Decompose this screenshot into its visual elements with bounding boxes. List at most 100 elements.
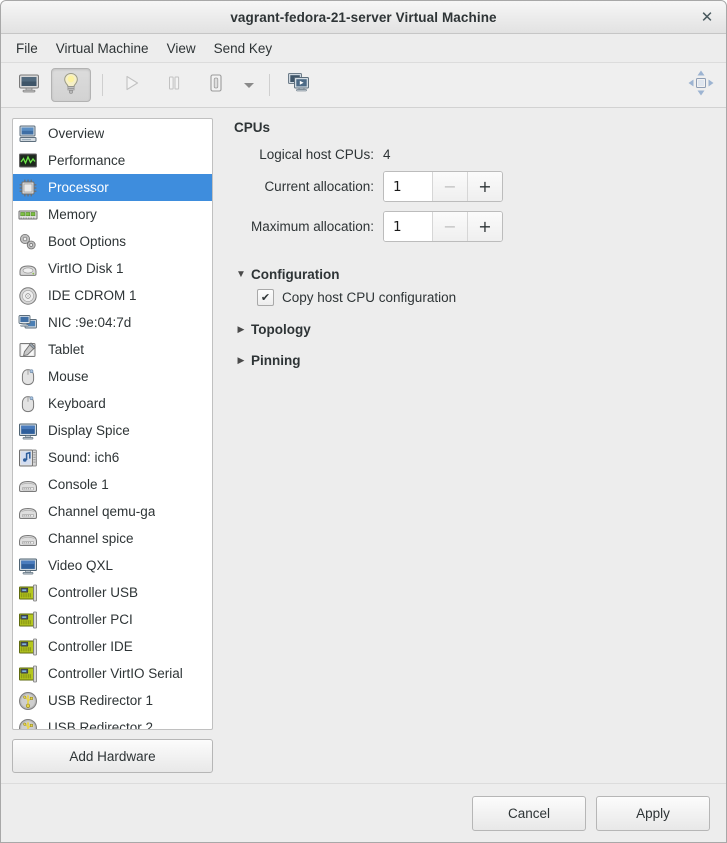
maximum-allocation-increment[interactable]: + [467, 212, 502, 241]
current-allocation-decrement[interactable]: − [432, 172, 467, 201]
cancel-button-label: Cancel [507, 805, 551, 821]
tablet-icon [17, 339, 39, 361]
pcicard-icon [17, 663, 39, 685]
current-allocation-spinner[interactable]: 1 − + [383, 171, 503, 202]
resize-to-vm-icon [687, 69, 715, 102]
sidebar-item-mouse[interactable]: Mouse [13, 363, 212, 390]
sidebar-item-label: Channel spice [48, 531, 134, 546]
sidebar-item-controller-virtio-serial[interactable]: Controller VirtIO Serial [13, 660, 212, 687]
console-icon [17, 528, 39, 550]
details-view-button[interactable] [51, 68, 91, 102]
run-button[interactable] [112, 68, 152, 102]
expander-topology-label: Topology [251, 322, 311, 337]
sidebar-item-memory[interactable]: Memory [13, 201, 212, 228]
copy-host-cpu-checkbox[interactable]: ✔ [257, 289, 274, 306]
sidebar-item-channel-spice[interactable]: Channel spice [13, 525, 212, 552]
maximum-allocation-spinner[interactable]: 1 − + [383, 211, 503, 242]
maximum-allocation-decrement[interactable]: − [432, 212, 467, 241]
add-hardware-button[interactable]: Add Hardware [12, 739, 213, 773]
expander-configuration[interactable]: ▼ Configuration [234, 267, 712, 282]
sidebar-item-usb-redirector-1[interactable]: USB Redirector 1 [13, 687, 212, 714]
sidebar-item-overview[interactable]: Overview [13, 120, 212, 147]
chevron-right-icon: ▶ [237, 355, 245, 365]
sidebar-item-label: Controller USB [48, 585, 139, 600]
menubar: File Virtual Machine View Send Key [1, 34, 726, 63]
current-allocation-increment[interactable]: + [467, 172, 502, 201]
cancel-button[interactable]: Cancel [472, 795, 586, 831]
sidebar-item-label: Controller IDE [48, 639, 133, 654]
menu-send-key[interactable]: Send Key [205, 38, 282, 59]
toolbar-separator-2 [269, 74, 270, 96]
expander-pinning[interactable]: ▶ Pinning [234, 353, 712, 368]
configuration-body: ✔ Copy host CPU configuration [257, 289, 712, 306]
usb-icon [17, 717, 39, 729]
sidebar-item-label: Overview [48, 126, 105, 141]
sidebar-item-label: Controller PCI [48, 612, 133, 627]
pause-button[interactable] [154, 68, 194, 102]
sidebar-item-virtio-disk-1[interactable]: VirtIO Disk 1 [13, 255, 212, 282]
sidebar-item-tablet[interactable]: Tablet [13, 336, 212, 363]
apply-button-label: Apply [636, 805, 670, 821]
sidebar-item-sound-ich6[interactable]: Sound: ich6 [13, 444, 212, 471]
maximum-allocation-input[interactable]: 1 [384, 212, 432, 241]
maximum-allocation-row: Maximum allocation: 1 − + [231, 211, 712, 242]
power-icon [207, 73, 225, 98]
console-view-button[interactable] [9, 68, 49, 102]
monitor-icon [18, 73, 40, 98]
toolbar [1, 63, 726, 108]
pcicard-icon [17, 636, 39, 658]
check-icon: ✔ [260, 291, 271, 304]
copy-host-cpu-label[interactable]: Copy host CPU configuration [282, 290, 456, 305]
sidebar-item-label: Tablet [48, 342, 85, 357]
resize-to-vm-button[interactable] [686, 70, 716, 100]
computer-icon [17, 123, 39, 145]
usb-icon [17, 690, 39, 712]
shutdown-menu-caret[interactable] [238, 69, 260, 101]
logical-host-cpus-label: Logical host CPUs: [259, 147, 374, 162]
gears-icon [17, 231, 39, 253]
sidebar-item-boot-options[interactable]: Boot Options [13, 228, 212, 255]
sidebar-item-performance[interactable]: Performance [13, 147, 212, 174]
sidebar-item-console-1[interactable]: Console 1 [13, 471, 212, 498]
titlebar: vagrant-fedora-21-server Virtual Machine… [1, 1, 726, 34]
sidebar-item-controller-pci[interactable]: Controller PCI [13, 606, 212, 633]
sidebar-item-label: Mouse [48, 369, 89, 384]
sidebar-item-label: Boot Options [48, 234, 127, 249]
sidebar-item-label: USB Redirector 1 [48, 693, 154, 708]
snapshots-button[interactable] [279, 68, 319, 102]
page-title: CPUs [234, 120, 271, 135]
chevron-down-icon: ▼ [236, 269, 246, 280]
current-allocation-input[interactable]: 1 [384, 172, 432, 201]
close-icon[interactable]: ✕ [697, 7, 717, 27]
hardware-list[interactable]: Overview Performance Processor Memory Boot O… [12, 118, 213, 730]
expander-topology[interactable]: ▶ Topology [234, 322, 712, 337]
harddisk-icon [17, 258, 39, 280]
shutdown-button[interactable] [196, 68, 236, 102]
sidebar-item-usb-redirector-2[interactable]: USB Redirector 2 [13, 714, 212, 729]
play-icon [123, 74, 141, 97]
sidebar-item-label: Video QXL [48, 558, 114, 573]
sidebar-item-label: Memory [48, 207, 97, 222]
sidebar-item-controller-usb[interactable]: Controller USB [13, 579, 212, 606]
sidebar-item-keyboard[interactable]: Keyboard [13, 390, 212, 417]
sidebar-item-nic-9e-04-7d[interactable]: NIC :9e:04:7d [13, 309, 212, 336]
menu-file[interactable]: File [7, 38, 47, 59]
expander-configuration-label: Configuration [251, 267, 340, 282]
current-allocation-row: Current allocation: 1 − + [231, 171, 712, 202]
sidebar-item-display-spice[interactable]: Display Spice [13, 417, 212, 444]
menu-virtual-machine[interactable]: Virtual Machine [47, 38, 158, 59]
sidebar-item-channel-qemu-ga[interactable]: Channel qemu-ga [13, 498, 212, 525]
sidebar-item-processor[interactable]: Processor [13, 174, 212, 201]
chevron-right-icon: ▶ [237, 324, 245, 334]
sidebar-item-label: Channel qemu-ga [48, 504, 156, 519]
sidebar-item-controller-ide[interactable]: Controller IDE [13, 633, 212, 660]
sidebar-item-video-qxl[interactable]: Video QXL [13, 552, 212, 579]
add-hardware-label: Add Hardware [69, 748, 156, 764]
menu-view[interactable]: View [158, 38, 205, 59]
sound-icon [17, 447, 39, 469]
pcicard-icon [17, 609, 39, 631]
pcicard-icon [17, 582, 39, 604]
apply-button[interactable]: Apply [596, 795, 710, 831]
window-title: vagrant-fedora-21-server Virtual Machine [230, 9, 497, 25]
sidebar-item-ide-cdrom-1[interactable]: IDE CDROM 1 [13, 282, 212, 309]
